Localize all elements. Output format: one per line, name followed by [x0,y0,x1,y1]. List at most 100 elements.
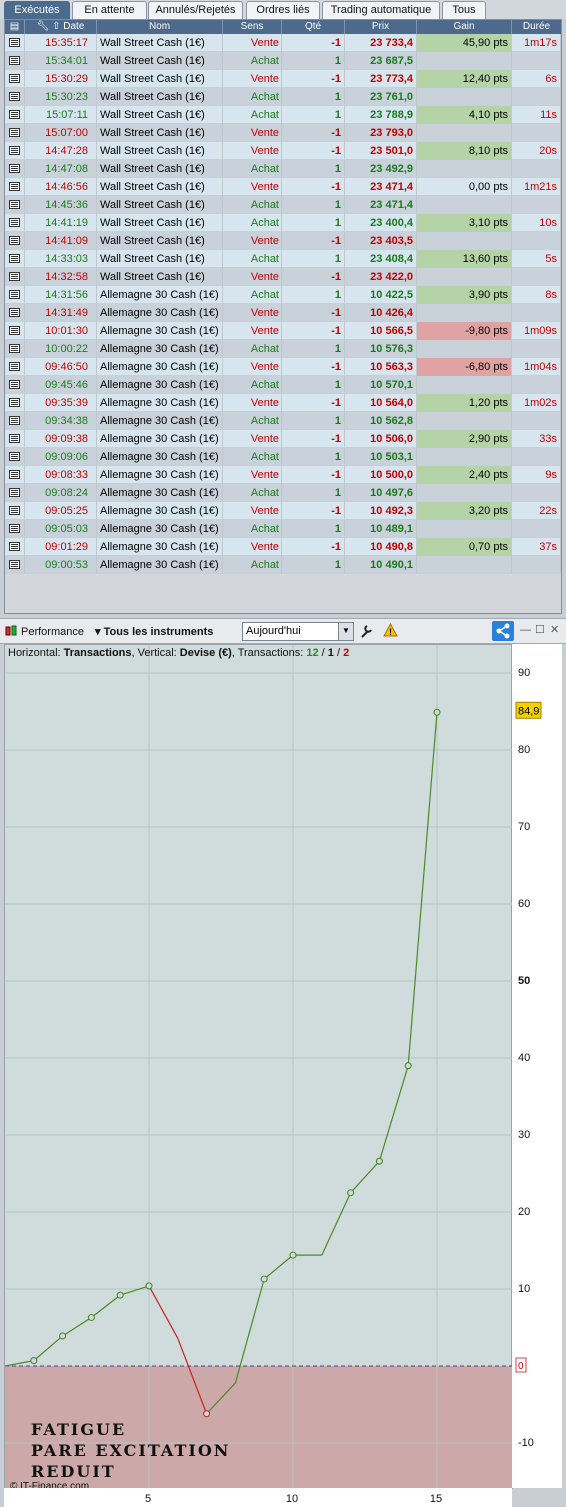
row-sens: Achat [223,412,282,430]
order-detail-icon[interactable] [5,538,25,556]
table-row[interactable]: 14:47:28 Wall Street Cash (1€) Vente -1 23 5… [5,142,561,160]
tab-6[interactable]: Tous [442,1,486,19]
share-icon[interactable] [492,621,514,641]
tab-3[interactable]: Annulés/Rejetés [148,1,243,19]
table-row[interactable]: 09:08:24 Allemagne 30 Cash (1€) Achat 1 10 4… [5,484,561,502]
order-detail-icon[interactable] [5,304,25,322]
order-detail-icon[interactable] [5,142,25,160]
table-row[interactable]: 15:30:23 Wall Street Cash (1€) Achat 1 23 76… [5,88,561,106]
order-detail-icon[interactable] [5,214,25,232]
order-detail-icon[interactable] [5,286,25,304]
table-row[interactable]: 14:32:58 Wall Street Cash (1€) Vente -1 23 4… [5,268,561,286]
y-tick-label: 40 [518,1052,530,1064]
table-row[interactable]: 15:35:17 Wall Street Cash (1€) Vente -1 23 7… [5,34,561,52]
row-time: 14:45:36 [25,196,97,214]
performance-chart[interactable]: Horizontal: Transactions, Vertical: Devi… [4,644,513,1492]
order-detail-icon[interactable] [5,196,25,214]
order-detail-icon[interactable] [5,250,25,268]
maximize-icon[interactable]: ☐ [535,622,545,638]
order-detail-icon[interactable] [5,268,25,286]
row-time: 09:01:29 [25,538,97,556]
minimize-icon[interactable]: — [520,622,531,638]
warning-icon[interactable]: ! [383,622,398,643]
order-detail-icon[interactable] [5,340,25,358]
row-sens: Vente [223,124,282,142]
table-row[interactable]: 09:45:46 Allemagne 30 Cash (1€) Achat 1 10 5… [5,376,561,394]
order-detail-icon[interactable] [5,160,25,178]
table-row[interactable]: 09:09:38 Allemagne 30 Cash (1€) Vente -1 10 … [5,430,561,448]
table-row[interactable]: 14:31:49 Allemagne 30 Cash (1€) Vente -1 10 … [5,304,561,322]
table-row[interactable]: 09:08:33 Allemagne 30 Cash (1€) Vente -1 10 … [5,466,561,484]
order-detail-icon[interactable] [5,520,25,538]
table-row[interactable]: 14:41:09 Wall Street Cash (1€) Vente -1 23 4… [5,232,561,250]
instruments-selector[interactable]: ▾ Tous les instruments [95,624,213,640]
row-sens: Vente [223,178,282,196]
row-gain: 0,00 pts [417,178,512,196]
table-row[interactable]: 09:34:38 Allemagne 30 Cash (1€) Achat 1 10 5… [5,412,561,430]
table-row[interactable]: 14:33:03 Wall Street Cash (1€) Achat 1 23 40… [5,250,561,268]
column-qte[interactable]: Qté [282,20,345,34]
table-row[interactable]: 15:07:11 Wall Street Cash (1€) Achat 1 23 78… [5,106,561,124]
series-segment [321,1192,352,1256]
table-row[interactable]: 14:46:56 Wall Street Cash (1€) Vente -1 23 4… [5,178,561,196]
table-row[interactable]: 15:07:00 Wall Street Cash (1€) Vente -1 23 7… [5,124,561,142]
period-select[interactable]: Aujourd'hui ▼ [242,622,354,641]
series-segment [350,1160,380,1194]
table-row[interactable]: 09:05:03 Allemagne 30 Cash (1€) Achat 1 10 4… [5,520,561,538]
column-gain[interactable]: Gain [417,20,512,34]
table-row[interactable]: 09:05:25 Allemagne 30 Cash (1€) Vente -1 10 … [5,502,561,520]
order-detail-icon[interactable] [5,124,25,142]
order-detail-icon[interactable] [5,106,25,124]
tab-2[interactable]: En attente [72,1,147,19]
column-duree[interactable]: Durée [512,20,561,34]
order-detail-icon[interactable] [5,88,25,106]
row-sens: Achat [223,52,282,70]
table-row[interactable]: 09:46:50 Allemagne 30 Cash (1€) Vente -1 10 … [5,358,561,376]
row-time: 14:41:09 [25,232,97,250]
order-detail-icon[interactable] [5,502,25,520]
order-detail-icon[interactable] [5,448,25,466]
table-row[interactable]: 09:01:29 Allemagne 30 Cash (1€) Vente -1 10 … [5,538,561,556]
table-row[interactable]: 09:00:53 Allemagne 30 Cash (1€) Achat 1 10 4… [5,556,561,574]
order-detail-icon[interactable] [5,484,25,502]
table-row[interactable]: 15:30:29 Wall Street Cash (1€) Vente -1 23 7… [5,70,561,88]
order-detail-icon[interactable] [5,232,25,250]
close-icon[interactable]: ✕ [550,622,559,638]
wrench-settings-icon[interactable] [358,623,374,644]
order-detail-icon[interactable] [5,376,25,394]
row-name: Allemagne 30 Cash (1€) [97,520,223,538]
performance-label[interactable]: Performance [21,624,84,640]
annotation-line: REDUIT [31,1462,116,1481]
table-row[interactable]: 10:01:30 Allemagne 30 Cash (1€) Vente -1 10 … [5,322,561,340]
row-name: Allemagne 30 Cash (1€) [97,412,223,430]
column-sens[interactable]: Sens [223,20,282,34]
order-detail-icon[interactable] [5,358,25,376]
order-detail-icon[interactable] [5,322,25,340]
row-sens: Achat [223,106,282,124]
order-detail-icon[interactable] [5,556,25,574]
order-detail-icon[interactable] [5,52,25,70]
column-prix[interactable]: Prix [345,20,417,34]
table-row[interactable]: 14:41:19 Wall Street Cash (1€) Achat 1 23 40… [5,214,561,232]
column-nom[interactable]: Nom [97,20,223,34]
table-row[interactable]: 09:09:06 Allemagne 30 Cash (1€) Achat 1 10 5… [5,448,561,466]
order-detail-icon[interactable] [5,394,25,412]
column-date[interactable]: 🔧︎ ⇧ Date [25,20,97,34]
tab-4[interactable]: Ordres liés [246,1,320,19]
tab-5[interactable]: Trading automatique [322,1,440,19]
table-row[interactable]: 10:00:22 Allemagne 30 Cash (1€) Achat 1 10 5… [5,340,561,358]
table-row[interactable]: 09:35:39 Allemagne 30 Cash (1€) Vente -1 10 … [5,394,561,412]
tab-1[interactable]: Exécutés [4,1,70,19]
table-row[interactable]: 14:47:08 Wall Street Cash (1€) Achat 1 23 49… [5,160,561,178]
order-detail-icon[interactable] [5,34,25,52]
table-row[interactable]: 14:45:36 Wall Street Cash (1€) Achat 1 23 47… [5,196,561,214]
row-qte: 1 [282,88,345,106]
order-detail-icon[interactable] [5,412,25,430]
row-sens: Achat [223,160,282,178]
order-detail-icon[interactable] [5,466,25,484]
order-detail-icon[interactable] [5,70,25,88]
order-detail-icon[interactable] [5,430,25,448]
order-detail-icon[interactable] [5,178,25,196]
table-row[interactable]: 14:31:56 Allemagne 30 Cash (1€) Achat 1 10 4… [5,286,561,304]
table-row[interactable]: 15:34:01 Wall Street Cash (1€) Achat 1 23 68… [5,52,561,70]
